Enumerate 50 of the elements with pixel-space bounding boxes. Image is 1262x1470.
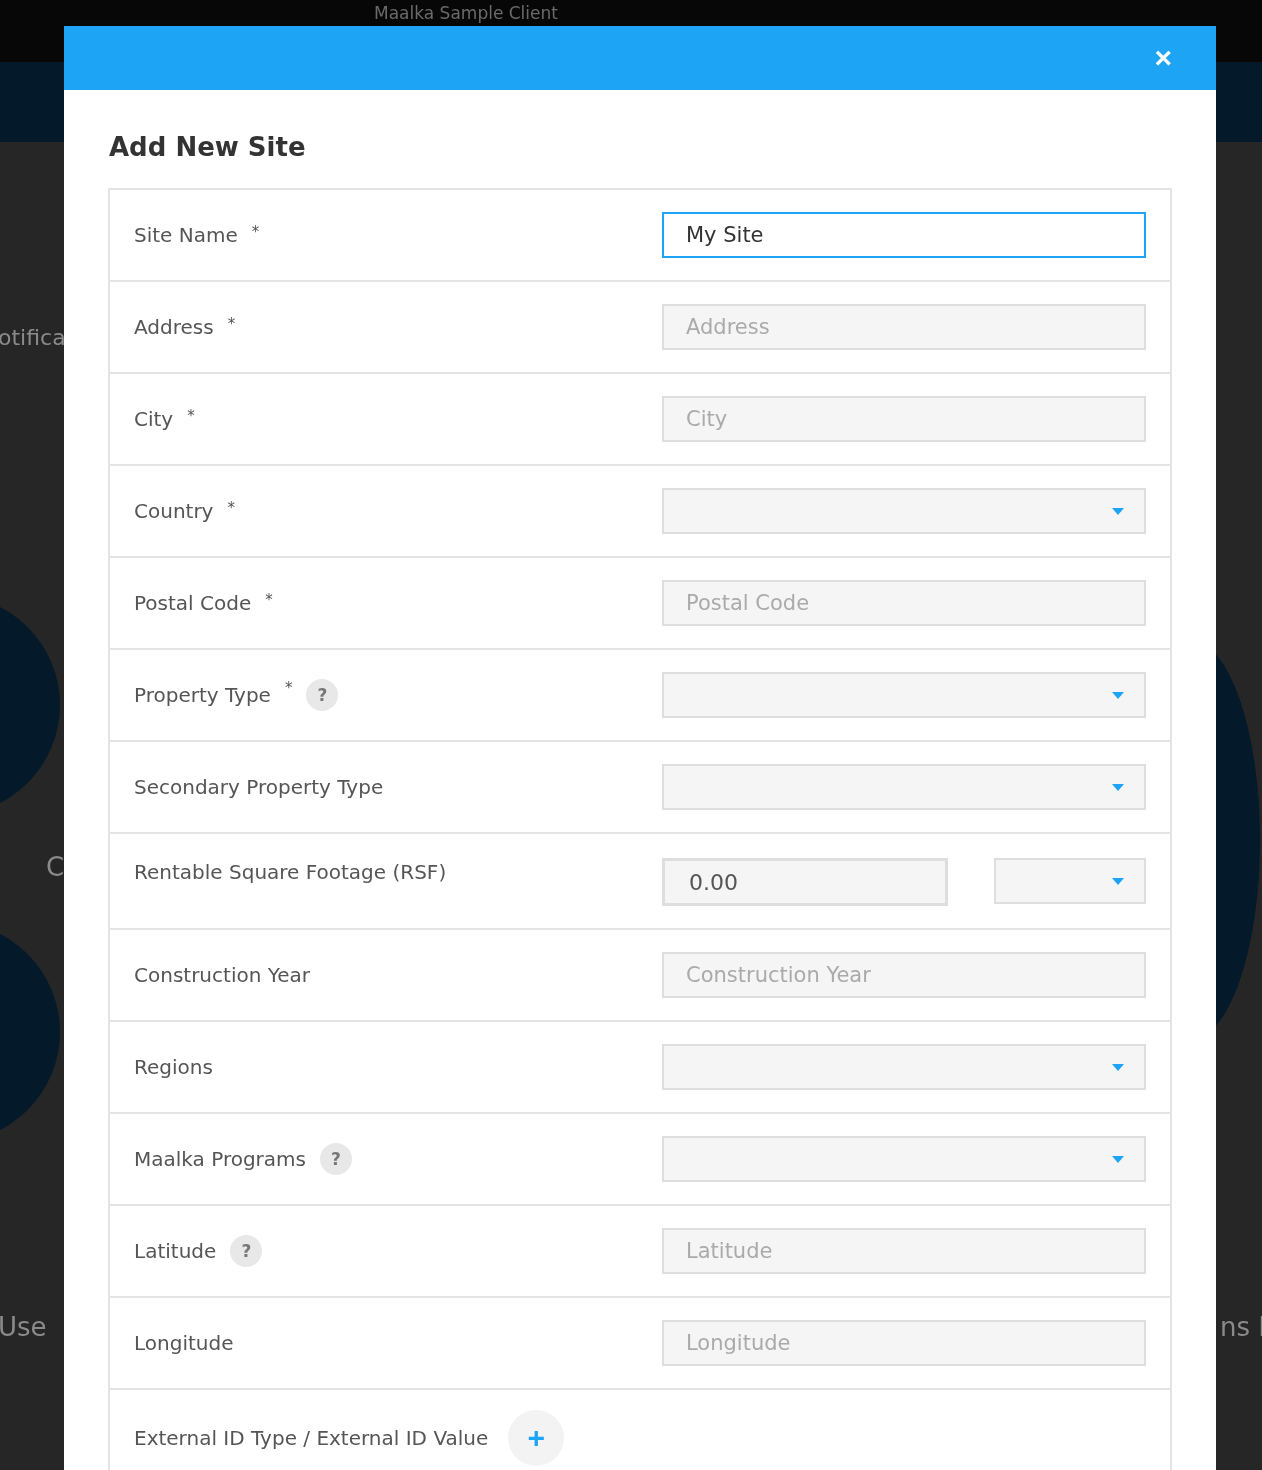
field-label: Latitude	[134, 1239, 217, 1263]
required-mark: *	[284, 679, 293, 697]
dropdown-field[interactable]	[662, 1044, 1146, 1090]
text-field[interactable]: Latitude	[662, 1228, 1146, 1274]
field-label: Longitude	[134, 1331, 234, 1355]
dropdown-field[interactable]	[662, 672, 1146, 718]
caret-icon	[1112, 691, 1124, 699]
number-field[interactable]: 0.00	[662, 858, 948, 906]
client-name: Maalka Sample Client	[374, 3, 558, 23]
help-icon[interactable]: ?	[320, 1143, 352, 1175]
field-label: Secondary Property Type	[134, 775, 384, 799]
field-label: Site Name	[134, 223, 238, 247]
caret-icon	[1112, 1155, 1124, 1163]
dropdown-field[interactable]	[662, 1136, 1146, 1182]
field-label: External ID Type / External ID Value	[134, 1426, 489, 1450]
add-button[interactable]: +	[508, 1410, 565, 1466]
background-text: Use	[0, 1312, 47, 1342]
unit-dropdown[interactable]	[994, 858, 1146, 904]
field-label: Postal Code	[134, 591, 252, 615]
close-button[interactable]: ×	[1154, 43, 1172, 73]
field-label: Country	[134, 499, 214, 523]
required-mark: *	[227, 499, 235, 517]
field-label: Maalka Programs	[134, 1147, 306, 1171]
text-field[interactable]: Longitude	[662, 1320, 1146, 1366]
required-mark: *	[227, 315, 236, 333]
dropdown-field[interactable]	[662, 488, 1146, 534]
field-label: Construction Year	[134, 963, 311, 987]
modal-title: Add New Site	[109, 132, 307, 162]
background-text: C	[46, 852, 65, 882]
field-label: Regions	[134, 1055, 213, 1079]
help-icon[interactable]: ?	[230, 1235, 263, 1267]
background-text: otifica	[0, 325, 66, 350]
text-field[interactable]: My Site	[662, 212, 1146, 258]
required-mark: *	[187, 407, 195, 425]
text-field[interactable]: Construction Year	[662, 952, 1146, 998]
dropdown-field[interactable]	[662, 764, 1146, 810]
caret-icon	[1112, 783, 1124, 791]
field-label: City	[134, 407, 174, 431]
help-icon[interactable]: ?	[306, 679, 339, 711]
field-label: Address	[134, 315, 214, 339]
caret-icon	[1112, 1063, 1124, 1071]
required-mark: *	[251, 223, 260, 241]
text-field[interactable]: Address	[662, 304, 1146, 350]
caret-icon	[1112, 877, 1124, 885]
field-label: Rentable Square Footage (RSF)	[134, 860, 447, 884]
field-label: Property Type	[134, 683, 271, 707]
text-field[interactable]: City	[662, 396, 1146, 442]
text-field[interactable]: Postal Code	[662, 580, 1146, 626]
caret-icon	[1112, 507, 1124, 515]
required-mark: *	[265, 591, 273, 609]
